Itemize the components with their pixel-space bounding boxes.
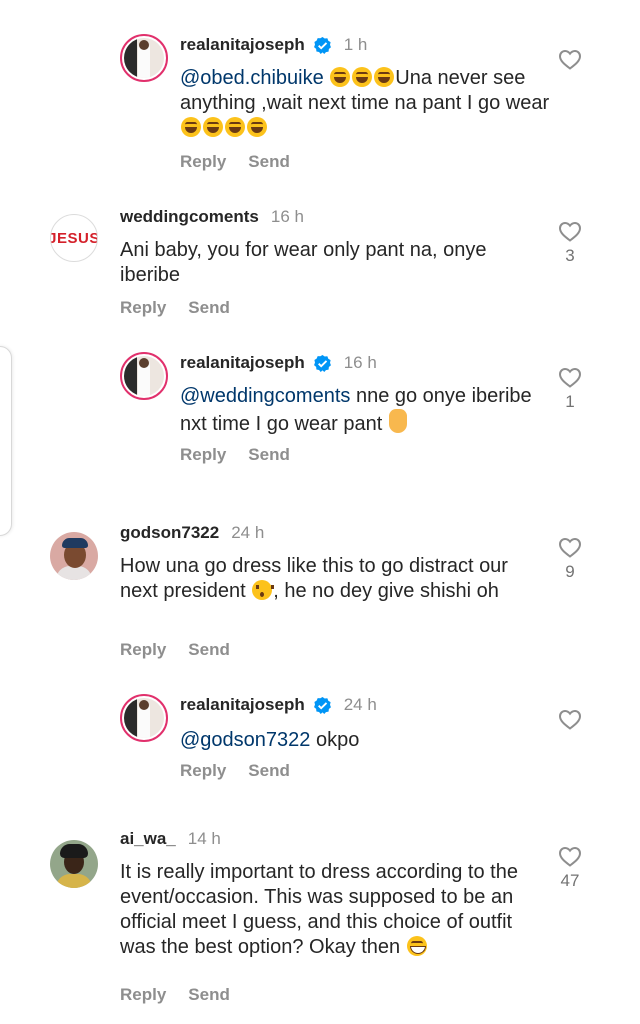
like-button[interactable]: 47 [557,845,583,891]
username[interactable]: godson7322 [120,522,219,544]
username[interactable]: realanitajoseph [180,34,305,56]
timestamp: 14 h [187,829,221,848]
laughing-emoji-icon [352,67,373,87]
flushed-emoji-icon [252,580,275,600]
like-button[interactable]: 3 [557,220,583,266]
heart-outline-icon [558,221,582,242]
mention-link[interactable]: @weddingcoments [180,385,350,407]
send-button[interactable]: Send [188,985,230,1005]
send-button[interactable]: Send [248,445,290,465]
verified-badge-icon [313,696,331,714]
heart-outline-icon [558,846,582,867]
reply-button[interactable]: Reply [180,761,226,781]
timestamp: 16 h [270,207,304,226]
verified-badge-icon [313,354,331,372]
username[interactable]: realanitajoseph [180,694,305,716]
like-button[interactable] [557,708,583,730]
avatar[interactable] [50,840,98,888]
comment-text: @obed.chibuike Una never see anything ,w… [180,66,550,141]
send-button[interactable]: Send [248,761,290,781]
heart-outline-icon [558,367,582,388]
avatar[interactable] [120,352,168,400]
reply-button[interactable]: Reply [180,445,226,465]
avatar[interactable] [120,694,168,742]
avatar[interactable] [50,532,98,580]
like-button[interactable] [557,48,583,70]
username[interactable]: realanitajoseph [180,352,305,374]
avatar[interactable]: JESUS [50,214,98,262]
laughing-emoji-icon [247,117,267,137]
laughing-emoji-icon [225,117,245,137]
laughing-emoji-icon [181,117,201,137]
avatar[interactable] [120,34,168,82]
username[interactable]: ai_wa_ [120,828,176,850]
verified-badge-icon [313,36,331,54]
comment-text: @weddingcoments nne go onye iberibe nxt … [180,385,532,435]
timestamp: 24 h [343,695,377,714]
grinning-emoji-icon [406,936,427,956]
reply-button[interactable]: Reply [120,985,166,1005]
like-count: 9 [565,562,575,581]
like-button[interactable]: 9 [557,536,583,582]
send-button[interactable]: Send [248,152,290,172]
heart-outline-icon [558,709,582,730]
like-count: 1 [565,392,575,411]
comment-text: It is really important to dress accordin… [120,861,518,958]
laughing-emoji-icon [374,67,395,87]
laughing-emoji-icon [330,67,351,87]
reply-button[interactable]: Reply [120,640,166,660]
like-count: 47 [560,871,580,890]
heart-outline-icon [558,49,582,70]
timestamp: 1 h [343,35,368,54]
timestamp: 24 h [231,523,265,542]
username[interactable]: weddingcoments [120,206,259,228]
reply-button[interactable]: Reply [120,298,166,318]
side-panel-handle[interactable] [0,346,12,536]
comment-text: Ani baby, you for wear only pant na, ony… [120,239,487,286]
heart-outline-icon [558,537,582,558]
send-button[interactable]: Send [188,298,230,318]
mention-link[interactable]: @obed.chibuike [180,67,324,89]
comment-text: @godson7322 okpo [180,729,360,751]
send-button[interactable]: Send [188,640,230,660]
like-button[interactable]: 1 [557,366,583,412]
laughing-emoji-icon [203,117,223,137]
reply-button[interactable]: Reply [180,152,226,172]
mention-link[interactable]: @godson7322 [180,729,310,751]
timestamp: 16 h [343,353,377,372]
raised-hand-emoji-icon [388,409,407,433]
like-count: 3 [565,246,575,265]
comment-text: How una go dress like this to go distrac… [120,555,508,602]
